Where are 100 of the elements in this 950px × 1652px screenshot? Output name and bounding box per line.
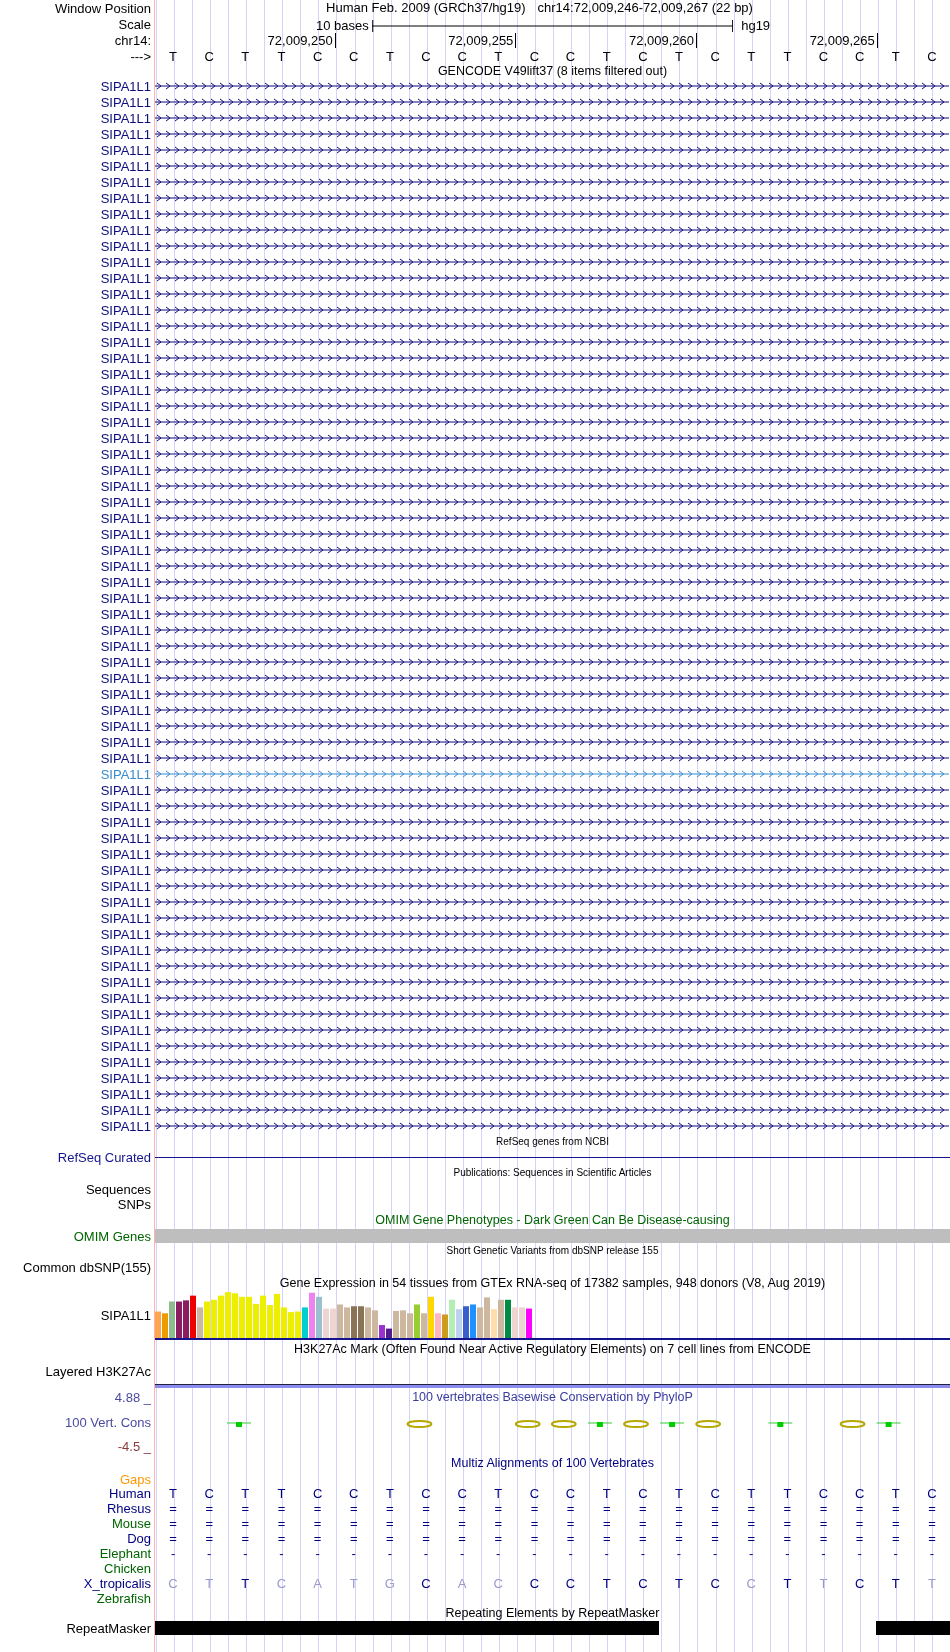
species-label[interactable]: X_tropicalis bbox=[83, 1576, 151, 1591]
gene-label[interactable]: SIPA1L1 bbox=[100, 222, 151, 238]
species-label[interactable]: Human bbox=[109, 1486, 151, 1501]
gene-label[interactable]: SIPA1L1 bbox=[100, 990, 151, 1006]
gene-label[interactable]: SIPA1L1 bbox=[100, 1006, 151, 1022]
gene-label[interactable]: SIPA1L1 bbox=[100, 1086, 151, 1102]
gene-label[interactable]: SIPA1L1 bbox=[100, 318, 151, 334]
gene-label[interactable]: SIPA1L1 bbox=[100, 302, 151, 318]
gene-label[interactable]: SIPA1L1 bbox=[100, 670, 151, 686]
track-label[interactable]: 100 Vert. Cons bbox=[65, 1414, 151, 1430]
gene-label[interactable]: SIPA1L1 bbox=[100, 414, 151, 430]
gene-label[interactable]: SIPA1L1 bbox=[100, 1038, 151, 1054]
gene-label[interactable]: SIPA1L1 bbox=[100, 654, 151, 670]
species-label[interactable]: Chicken bbox=[104, 1561, 151, 1576]
gene-label[interactable]: SIPA1L1 bbox=[100, 638, 151, 654]
gene-label[interactable]: SIPA1L1 bbox=[100, 1102, 151, 1118]
gene-label[interactable]: SIPA1L1 bbox=[100, 958, 151, 974]
gene-label[interactable]: SIPA1L1 bbox=[100, 350, 151, 366]
base-letter: = bbox=[276, 1532, 287, 1545]
track-label[interactable]: Layered H3K27Ac bbox=[45, 1364, 151, 1379]
base-letter: = bbox=[601, 1502, 612, 1515]
gene-label[interactable]: SIPA1L1 bbox=[100, 734, 151, 750]
gene-label[interactable]: SIPA1L1 bbox=[100, 926, 151, 942]
gene-label[interactable]: SIPA1L1 bbox=[100, 510, 151, 526]
base-letter: C bbox=[456, 49, 468, 63]
species-label[interactable]: Rhesus bbox=[106, 1501, 151, 1516]
gene-label[interactable]: SIPA1L1 bbox=[100, 862, 151, 878]
gene-label[interactable]: SIPA1L1 bbox=[100, 894, 151, 910]
gene-label[interactable]: SIPA1L1 bbox=[100, 238, 151, 254]
track-label[interactable]: SNPs bbox=[117, 1196, 151, 1212]
gene-label[interactable]: SIPA1L1 bbox=[100, 974, 151, 990]
gene-label[interactable]: SIPA1L1 bbox=[100, 782, 151, 798]
gene-label[interactable]: SIPA1L1 bbox=[100, 94, 151, 110]
gene-label[interactable]: SIPA1L1 bbox=[100, 766, 151, 782]
gene-label[interactable]: SIPA1L1 bbox=[100, 1118, 151, 1134]
gene-label[interactable]: SIPA1L1 bbox=[100, 686, 151, 702]
gene-label[interactable]: SIPA1L1 bbox=[100, 254, 151, 270]
gene-label[interactable]: SIPA1L1 bbox=[100, 286, 151, 302]
species-label[interactable]: Mouse bbox=[111, 1516, 151, 1531]
gene-label[interactable]: SIPA1L1 bbox=[100, 718, 151, 734]
gene-label[interactable]: SIPA1L1 bbox=[100, 942, 151, 958]
gene-label[interactable]: SIPA1L1 bbox=[100, 574, 151, 590]
gene-label[interactable]: SIPA1L1 bbox=[100, 270, 151, 286]
track-label[interactable]: SIPA1L1 bbox=[100, 1308, 151, 1323]
base-letter: C bbox=[817, 49, 830, 63]
base-letter: T bbox=[348, 1577, 359, 1590]
gene-label[interactable]: SIPA1L1 bbox=[100, 478, 151, 494]
gene-label[interactable]: SIPA1L1 bbox=[100, 110, 151, 126]
gene-label[interactable]: SIPA1L1 bbox=[100, 126, 151, 142]
base-letter: - bbox=[856, 1547, 863, 1560]
gene-label[interactable]: SIPA1L1 bbox=[100, 398, 151, 414]
gene-label[interactable]: SIPA1L1 bbox=[100, 382, 151, 398]
gene-label[interactable]: SIPA1L1 bbox=[100, 1070, 151, 1086]
gene-label[interactable]: SIPA1L1 bbox=[100, 334, 151, 350]
gene-label[interactable]: SIPA1L1 bbox=[100, 158, 151, 174]
gene-label[interactable]: SIPA1L1 bbox=[100, 750, 151, 766]
base-letter: = bbox=[204, 1517, 214, 1530]
track-label[interactable]: Sequences bbox=[85, 1181, 151, 1197]
gene-label[interactable]: SIPA1L1 bbox=[100, 606, 151, 622]
base-letter: = bbox=[891, 1502, 901, 1515]
base-letter: = bbox=[674, 1532, 684, 1545]
track-label[interactable]: RefSeq Curated bbox=[57, 1149, 151, 1165]
gene-label[interactable]: SIPA1L1 bbox=[100, 1022, 151, 1038]
assembly-text: Human Feb. 2009 (GRCh37/hg19) bbox=[326, 0, 526, 18]
ruler-tick: 72,009,255 bbox=[371, 33, 517, 48]
gene-label[interactable]: SIPA1L1 bbox=[100, 878, 151, 894]
species-label[interactable]: Elephant bbox=[99, 1546, 151, 1561]
gene-label[interactable]: SIPA1L1 bbox=[100, 590, 151, 606]
gene-label[interactable]: SIPA1L1 bbox=[100, 446, 151, 462]
base-letter: C bbox=[853, 1577, 866, 1590]
track-label[interactable]: OMIM Genes bbox=[73, 1228, 151, 1244]
gene-label[interactable]: SIPA1L1 bbox=[100, 702, 151, 718]
gene-label[interactable]: SIPA1L1 bbox=[100, 142, 151, 158]
track-label[interactable]: RepeatMasker bbox=[66, 1620, 151, 1636]
gene-label[interactable]: SIPA1L1 bbox=[100, 542, 151, 558]
base-letter: = bbox=[782, 1502, 793, 1515]
gene-label[interactable]: SIPA1L1 bbox=[100, 206, 151, 222]
gene-label[interactable]: SIPA1L1 bbox=[100, 558, 151, 574]
gene-label[interactable]: SIPA1L1 bbox=[100, 622, 151, 638]
base-letter: = bbox=[168, 1517, 178, 1530]
track-label[interactable]: Common dbSNP(155) bbox=[23, 1259, 151, 1275]
gene-label[interactable]: SIPA1L1 bbox=[100, 430, 151, 446]
gene-label[interactable]: SIPA1L1 bbox=[100, 910, 151, 926]
base-letter: = bbox=[276, 1517, 287, 1530]
strand-label[interactable]: ---> bbox=[130, 48, 151, 64]
gene-label[interactable]: SIPA1L1 bbox=[100, 1054, 151, 1070]
gene-label[interactable]: SIPA1L1 bbox=[100, 366, 151, 382]
base-letter: T bbox=[746, 49, 757, 63]
gene-label[interactable]: SIPA1L1 bbox=[100, 814, 151, 830]
gene-label[interactable]: SIPA1L1 bbox=[100, 846, 151, 862]
gene-label[interactable]: SIPA1L1 bbox=[100, 190, 151, 206]
species-label[interactable]: Dog bbox=[127, 1531, 151, 1546]
gene-label[interactable]: SIPA1L1 bbox=[100, 830, 151, 846]
species-label[interactable]: Zebrafish bbox=[96, 1591, 151, 1606]
gene-label[interactable]: SIPA1L1 bbox=[100, 798, 151, 814]
gene-label[interactable]: SIPA1L1 bbox=[100, 494, 151, 510]
gene-label[interactable]: SIPA1L1 bbox=[100, 174, 151, 190]
gene-label[interactable]: SIPA1L1 bbox=[100, 526, 151, 542]
gene-label[interactable]: SIPA1L1 bbox=[100, 78, 151, 94]
gene-label[interactable]: SIPA1L1 bbox=[100, 462, 151, 478]
